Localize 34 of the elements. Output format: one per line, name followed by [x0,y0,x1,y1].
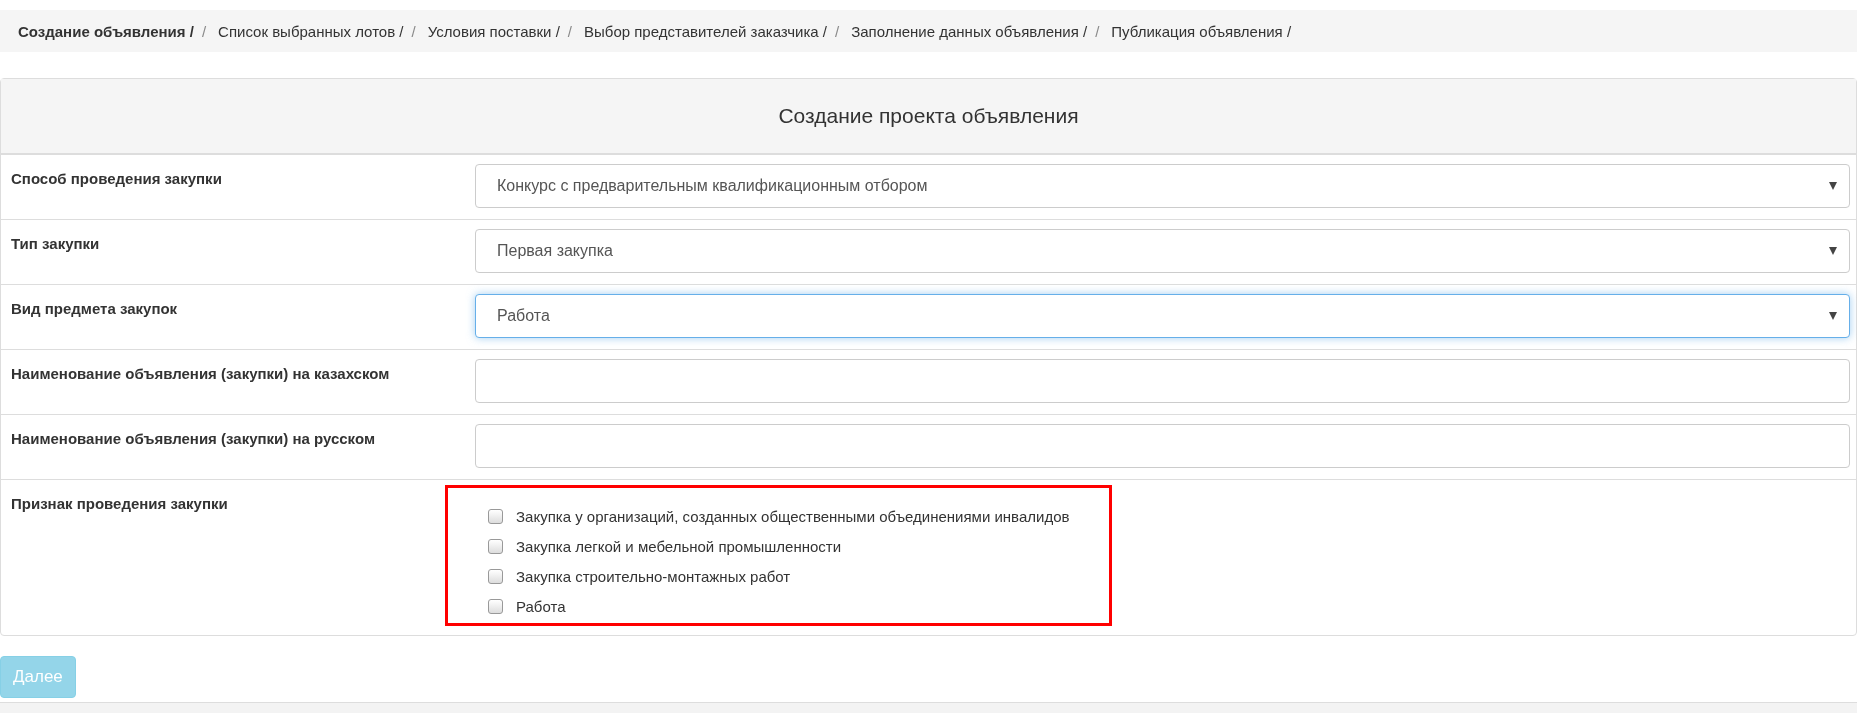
breadcrumb-separator: / [1094,22,1101,40]
breadcrumb-separator: / [566,22,573,40]
breadcrumb-link[interactable]: Список выбранных лотов / [218,22,404,40]
caret-icon [1829,247,1837,255]
checkbox[interactable] [488,569,503,584]
field-label: Наименование объявления (закупки) на казахском [11,364,391,384]
field-label: Вид предмета закупок [11,299,179,319]
checkbox[interactable] [488,509,503,524]
field-label: Наименование объявления (закупки) на русском [11,429,376,449]
checkbox-label[interactable]: Закупка у организаций, созданных общественными объединениями инвалидов [516,508,1070,525]
checkbox[interactable] [488,599,503,614]
breadcrumb-link[interactable]: Заполнение данных объявления / [851,22,1088,40]
breadcrumb-link[interactable]: Условия поставки / [427,22,560,40]
checkbox-label[interactable]: Закупка строительно-монтажных работ [516,568,791,585]
select-field[interactable]: Первая закупка [475,229,1850,273]
panel-title: Создание проекта объявления [778,104,1079,128]
checkbox-label[interactable]: Работа [516,598,566,615]
checkbox[interactable] [488,539,503,554]
breadcrumb-separator: / [200,22,208,40]
checkbox-label[interactable]: Закупка легкой и мебельной промышленности [516,538,842,555]
caret-icon [1829,312,1837,320]
caret-icon [1829,182,1837,190]
select-field[interactable]: Конкурс с предварительным квалификационным отбором [475,164,1850,208]
text-input-field[interactable] [475,424,1850,468]
breadcrumb-separator: / [834,22,841,40]
text-input-field[interactable] [475,359,1850,403]
field-label: Способ проведения закупки [11,169,223,189]
field-label: Тип закупки [11,234,101,254]
field-label: Признак проведения закупки [11,494,229,514]
breadcrumb-link[interactable]: Создание объявления / [18,22,194,40]
select-field[interactable]: Работа [475,294,1850,338]
breadcrumb-separator: / [410,22,417,40]
breadcrumb-link[interactable]: Выбор представителей заказчика / [584,22,827,40]
breadcrumb-link[interactable]: Публикация объявления / [1111,22,1292,40]
